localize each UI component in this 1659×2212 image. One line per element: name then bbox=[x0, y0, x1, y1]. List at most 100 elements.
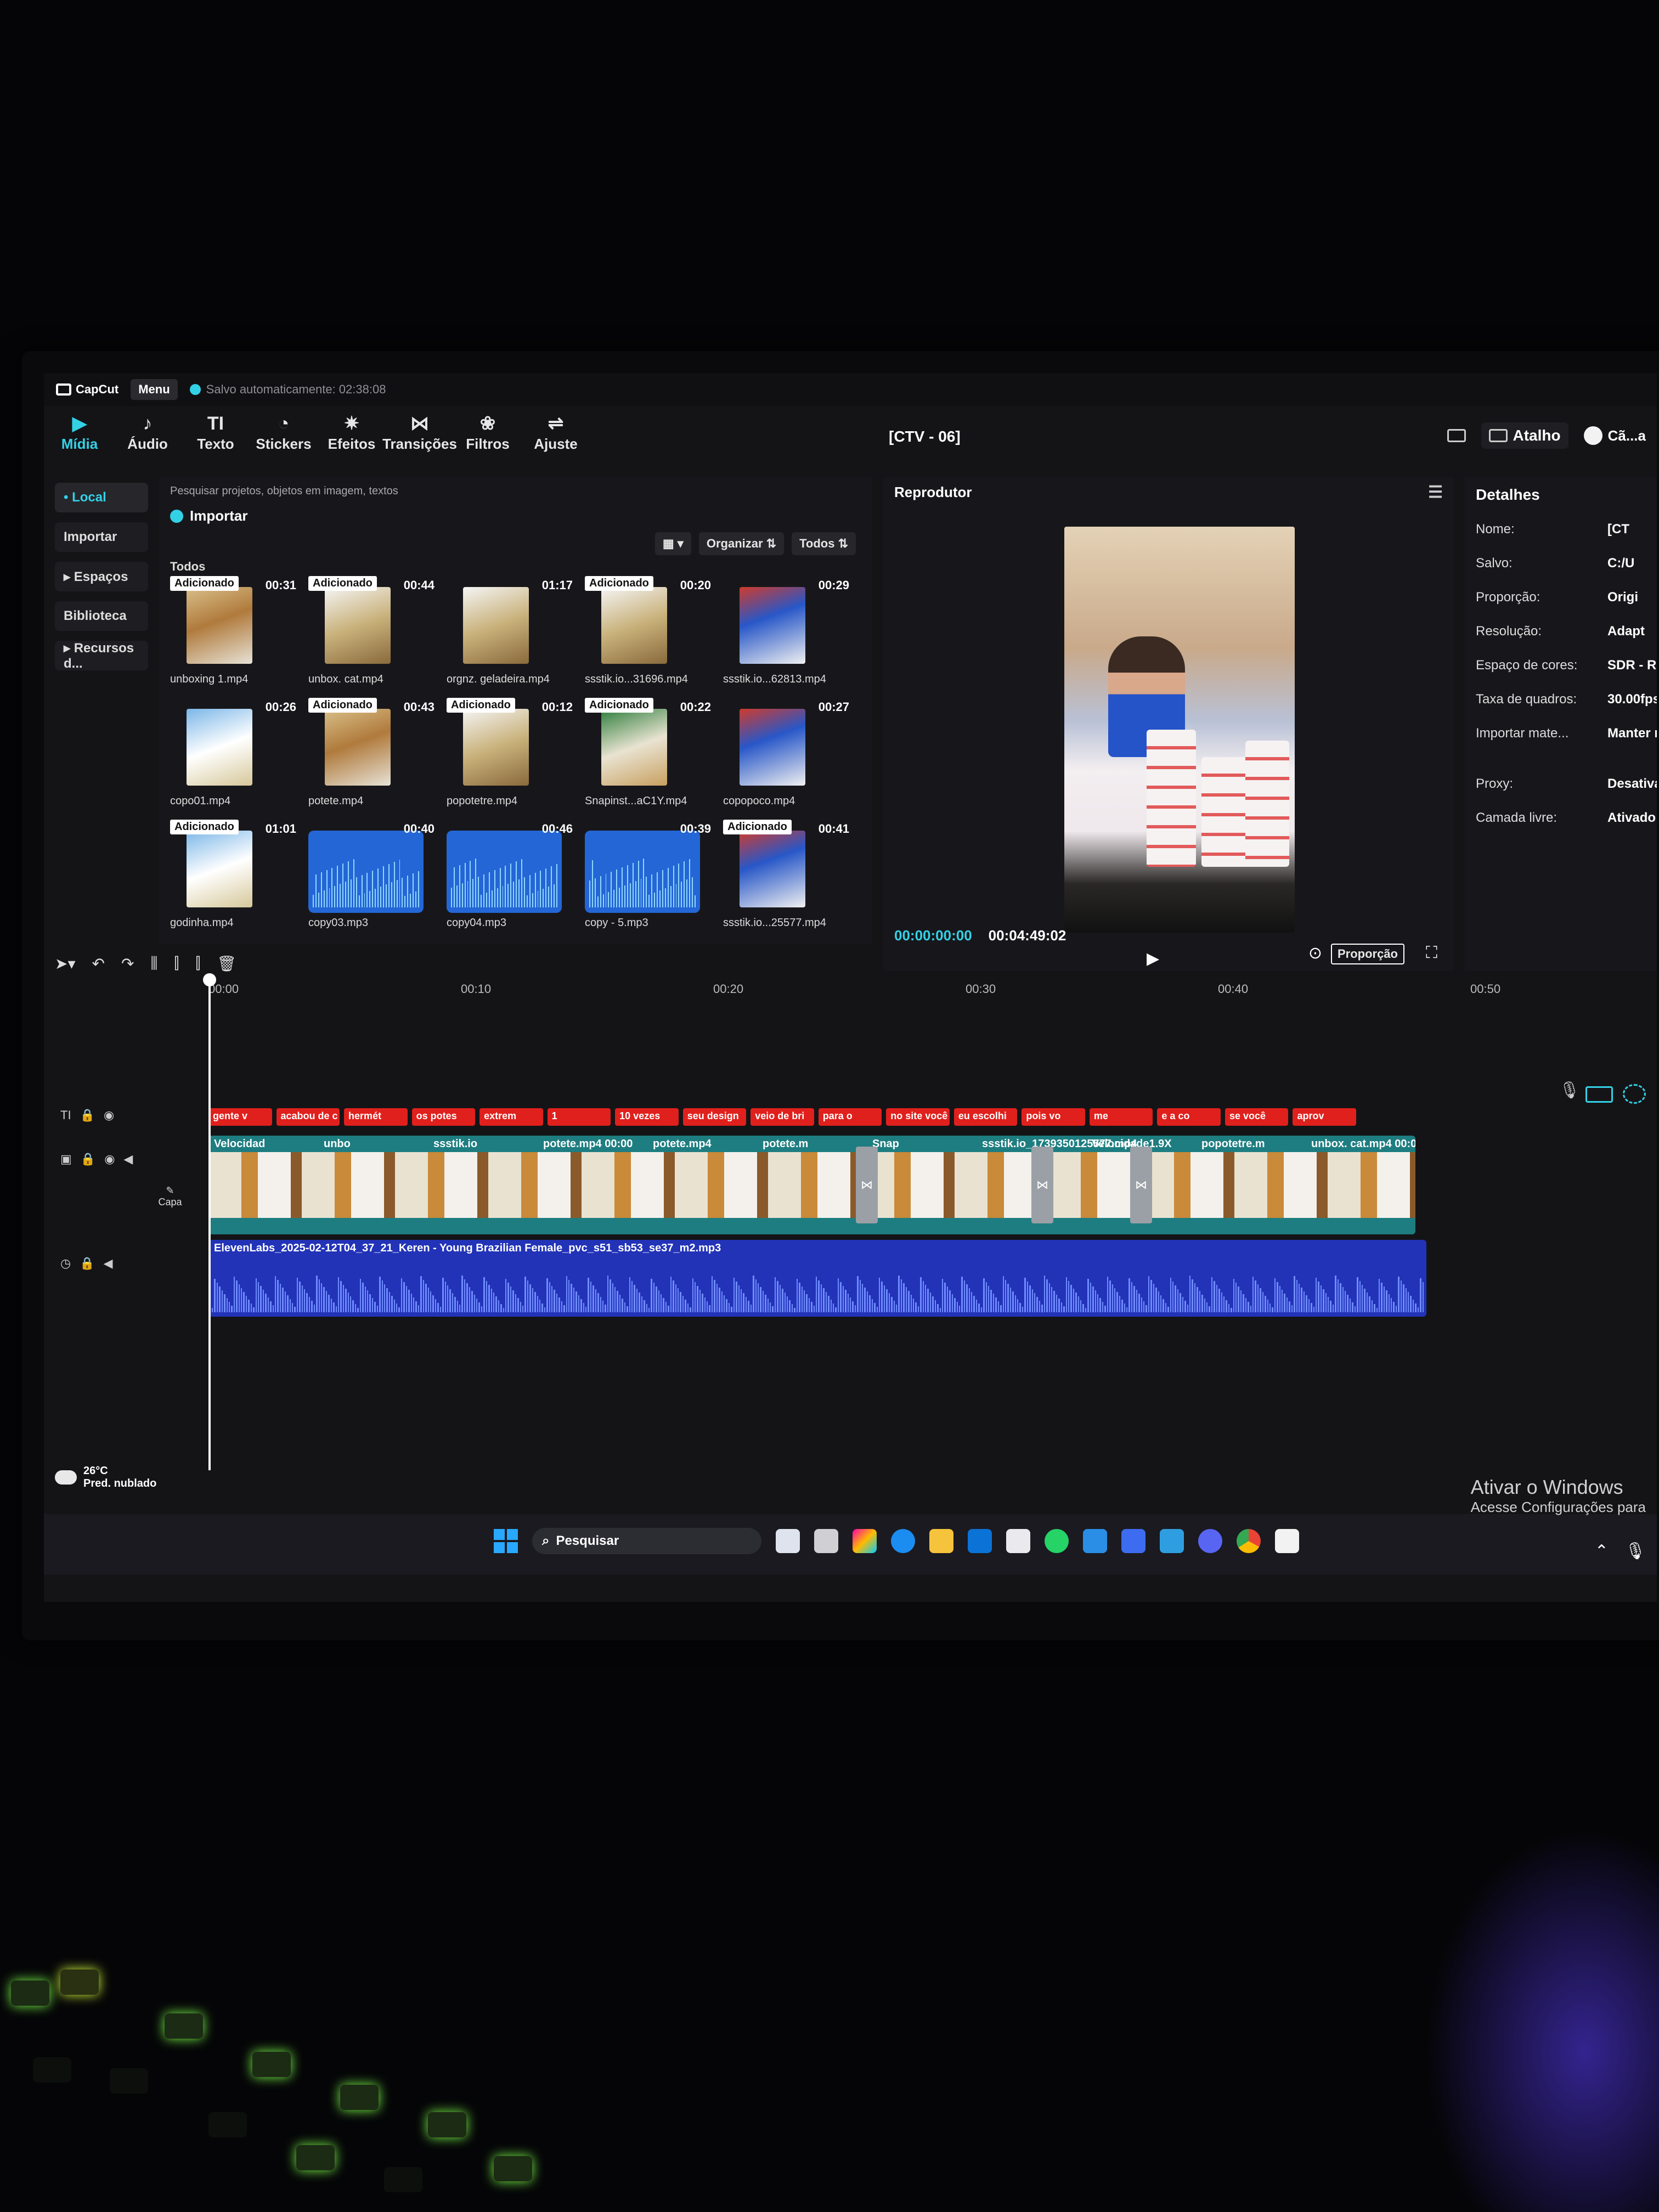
preview-axis-icon[interactable] bbox=[1623, 1084, 1646, 1104]
media-item[interactable]: Adicionado 00:44 unbox. cat.mp4 bbox=[308, 576, 435, 686]
media-item[interactable]: 00:29 ssstik.io...62813.mp4 bbox=[723, 576, 849, 686]
text-clip[interactable]: os potes bbox=[411, 1108, 476, 1126]
cover-button[interactable]: ✎ Capa bbox=[154, 1185, 187, 1208]
media-item[interactable]: Adicionado 00:20 ssstik.io...31696.mp4 bbox=[585, 576, 711, 686]
shortcut-button[interactable]: Atalho bbox=[1481, 422, 1568, 449]
snapshot-icon[interactable]: ⊙ bbox=[1308, 944, 1322, 963]
media-item[interactable]: 01:17 orgnz. geladeira.mp4 bbox=[447, 576, 573, 686]
media-item[interactable]: 00:26 copo01.mp4 bbox=[170, 698, 296, 808]
bitwarden-icon[interactable] bbox=[1121, 1529, 1146, 1553]
volume-icon[interactable]: ◀ bbox=[104, 1256, 113, 1271]
text-clip[interactable]: gente v bbox=[208, 1108, 272, 1126]
menu-button[interactable]: Menu bbox=[131, 379, 178, 400]
tray-chevron-up-icon[interactable]: ⌃ bbox=[1595, 1542, 1609, 1561]
sidebar-item[interactable]: Importar bbox=[55, 522, 148, 552]
link-toggle-icon[interactable] bbox=[1585, 1086, 1613, 1103]
video-clip-label[interactable]: potete.mp4 00:00 bbox=[543, 1138, 633, 1150]
media-search-input[interactable]: Pesquisar projetos, objetos em imagem, t… bbox=[159, 477, 872, 505]
undo-icon[interactable]: ↶ bbox=[92, 955, 105, 973]
media-item[interactable]: 00:46 copy04.mp3 bbox=[447, 820, 573, 929]
media-item[interactable]: 00:39 copy - 5.mp3 bbox=[585, 820, 711, 929]
media-item[interactable]: Adicionado 00:12 popotetre.mp4 bbox=[447, 698, 573, 808]
text-clip[interactable]: 1 bbox=[547, 1108, 611, 1126]
file-explorer-icon[interactable] bbox=[929, 1529, 954, 1553]
video-clip-label[interactable]: potete.mp4 bbox=[653, 1138, 712, 1150]
transition-icon[interactable]: ⋈ bbox=[1130, 1147, 1152, 1223]
outlook-icon[interactable] bbox=[968, 1529, 992, 1553]
tab-sticker[interactable]: ◔ Stickers bbox=[256, 411, 311, 453]
widgets-icon[interactable] bbox=[776, 1529, 800, 1553]
tab-text[interactable]: TI Texto bbox=[191, 411, 240, 453]
view-toggle-button[interactable]: ▦ ▾ bbox=[654, 532, 691, 555]
lock-icon[interactable]: 🔒 bbox=[81, 1152, 95, 1166]
sidebar-item[interactable]: Biblioteca bbox=[55, 601, 148, 631]
sidebar-item[interactable]: ▸ Recursos d... bbox=[55, 641, 148, 671]
tab-media[interactable]: ▶ Mídia bbox=[55, 411, 104, 453]
select-tool-icon[interactable]: ➤▾ bbox=[55, 955, 76, 973]
tray-microphone-icon[interactable]: 🎙 bbox=[1625, 1542, 1646, 1561]
capcut-taskbar-icon[interactable] bbox=[1275, 1529, 1300, 1553]
chrome-icon[interactable] bbox=[1237, 1529, 1261, 1553]
whatsapp-icon[interactable] bbox=[1045, 1529, 1069, 1553]
redo-icon[interactable]: ↷ bbox=[121, 955, 134, 973]
volume-icon[interactable]: ◀ bbox=[123, 1152, 133, 1166]
video-clip-label[interactable]: popotetre.m bbox=[1201, 1138, 1265, 1150]
text-clip[interactable]: se você bbox=[1224, 1108, 1289, 1126]
transition-icon[interactable]: ⋈ bbox=[856, 1147, 878, 1223]
text-clip[interactable]: veio de bri bbox=[751, 1108, 814, 1126]
media-item[interactable]: Adicionado 01:01 godinha.mp4 bbox=[170, 820, 296, 929]
import-button[interactable]: Importar bbox=[159, 505, 872, 527]
text-clip[interactable]: pois vo bbox=[1022, 1108, 1085, 1126]
delete-icon[interactable]: 🗑 bbox=[217, 955, 236, 973]
text-clip[interactable]: seu design bbox=[682, 1108, 747, 1126]
vscode-icon[interactable] bbox=[1083, 1529, 1108, 1553]
task-view-icon[interactable] bbox=[814, 1529, 839, 1553]
sort-button[interactable]: Organizar ⇅ bbox=[698, 532, 785, 555]
video-preview[interactable] bbox=[1064, 527, 1295, 933]
tab-effects[interactable]: ✷ Efeitos bbox=[327, 411, 376, 453]
media-item[interactable]: Adicionado 00:22 Snapinst...aC1Y.mp4 bbox=[585, 698, 711, 808]
text-clip[interactable]: para o bbox=[818, 1108, 882, 1126]
transition-icon[interactable]: ⋈ bbox=[1031, 1147, 1053, 1223]
store-icon[interactable] bbox=[1006, 1529, 1031, 1553]
video-clip-label[interactable]: unbox. cat.mp4 00:00:10:17 bbox=[1311, 1138, 1415, 1150]
text-clip[interactable]: eu escolhi bbox=[953, 1108, 1018, 1126]
discord-icon[interactable] bbox=[1198, 1529, 1223, 1553]
lock-icon[interactable]: 🔒 bbox=[80, 1108, 95, 1122]
edge-icon[interactable] bbox=[891, 1529, 916, 1553]
media-item[interactable]: 00:40 copy03.mp3 bbox=[308, 820, 435, 929]
text-clip[interactable]: aprov bbox=[1293, 1108, 1356, 1126]
video-clip-label[interactable]: potete.m bbox=[763, 1138, 808, 1150]
taskbar-search[interactable]: ⌕ Pesquisar bbox=[532, 1528, 762, 1554]
windows-start-icon[interactable] bbox=[494, 1529, 518, 1553]
tab-filter[interactable]: ❀ Filtros bbox=[463, 411, 512, 453]
tab-adjust[interactable]: ⇌ Ajuste bbox=[531, 411, 580, 453]
lock-icon[interactable]: 🔒 bbox=[80, 1256, 94, 1271]
weather-widget[interactable]: 26°C Pred. nublado bbox=[55, 1465, 156, 1490]
layout-icon[interactable] bbox=[1447, 429, 1466, 442]
microphone-icon[interactable]: 🎙 bbox=[1559, 1081, 1580, 1100]
media-item[interactable]: 00:27 copopoco.mp4 bbox=[723, 698, 849, 808]
media-item[interactable]: Adicionado 00:43 potete.mp4 bbox=[308, 698, 435, 808]
playhead[interactable] bbox=[203, 973, 216, 1470]
text-clip[interactable]: acabou de c bbox=[276, 1108, 340, 1126]
video-clip-label[interactable]: unbo bbox=[324, 1138, 351, 1150]
text-clip[interactable]: 10 vezes bbox=[615, 1108, 679, 1126]
video-clip-label[interactable]: Velocidad bbox=[214, 1138, 265, 1150]
timeline-ruler[interactable]: 00:00 00:10 00:20 00:30 00:40 00:50 bbox=[154, 982, 1635, 1004]
text-clip[interactable]: hermét bbox=[344, 1108, 408, 1126]
tab-transition[interactable]: ⋈ Transições bbox=[382, 411, 457, 453]
ratio-button[interactable]: Proporção bbox=[1330, 944, 1404, 964]
text-clip[interactable]: e a co bbox=[1157, 1108, 1221, 1126]
text-clip[interactable]: me bbox=[1089, 1108, 1153, 1126]
sidebar-item[interactable]: • Local bbox=[55, 483, 148, 512]
text-clip[interactable]: extrem bbox=[479, 1108, 543, 1126]
media-item[interactable]: Adicionado 00:41 ssstik.io...25577.mp4 bbox=[723, 820, 849, 929]
eye-icon[interactable]: ◉ bbox=[104, 1108, 114, 1122]
split-right-icon[interactable]: ⫿ bbox=[195, 955, 200, 973]
eye-icon[interactable]: ◉ bbox=[104, 1152, 115, 1166]
text-clip[interactable]: no site você bbox=[886, 1108, 950, 1126]
user-menu[interactable]: Cã...a bbox=[1583, 426, 1646, 445]
split-icon[interactable]: ⫼ bbox=[150, 955, 157, 973]
copilot-icon[interactable] bbox=[853, 1529, 877, 1553]
